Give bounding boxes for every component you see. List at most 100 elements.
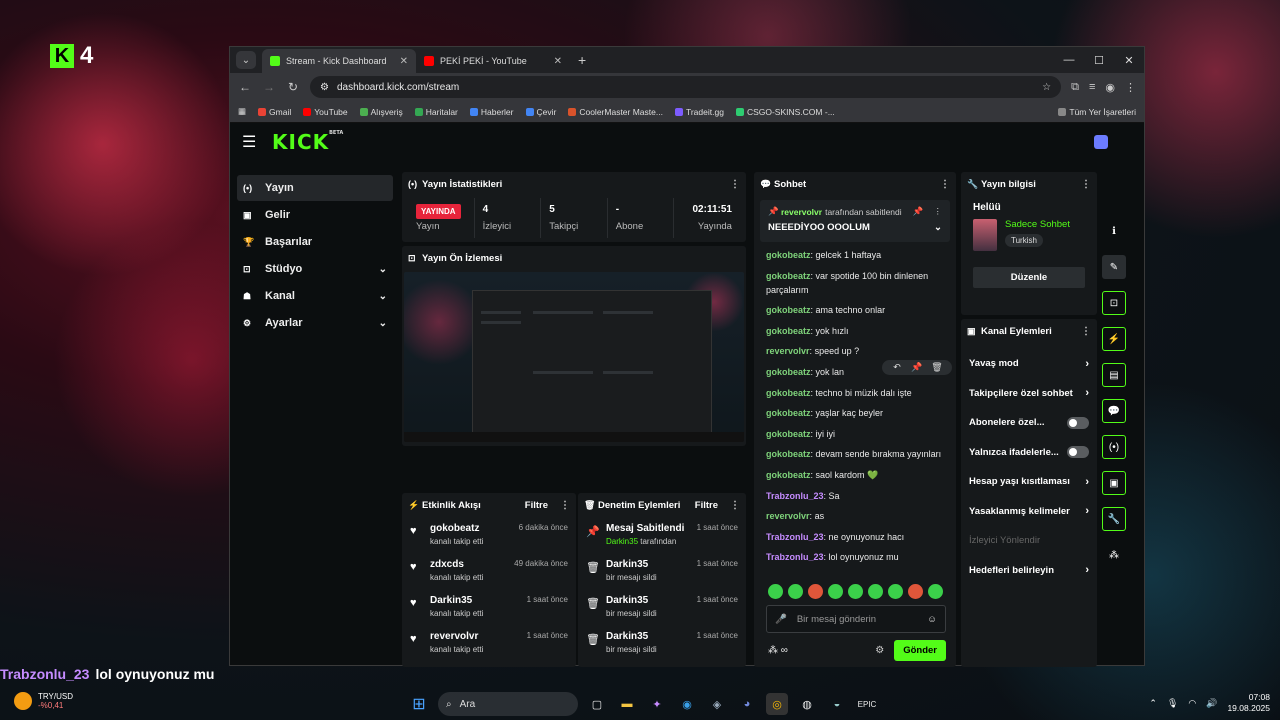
chat-message[interactable]: Trabzonlu_23: Sa [766,489,944,503]
chevron-up-icon[interactable]: ⌃ [1149,698,1157,709]
chat-message[interactable]: gokobeatz: var spotide 100 bin dinlenen … [766,269,944,297]
hamburger-menu-icon[interactable]: ☰ [242,132,264,152]
sidebar-item-2[interactable]: 🏆 Başarılar [237,229,393,255]
kick-logo[interactable]: KICKBETA [272,130,343,154]
emote-icon[interactable] [788,584,803,599]
more-options-icon[interactable]: ⋮ [730,179,740,190]
channel-action[interactable]: Yasaklanmış kelimeler › [961,497,1097,527]
tab-kick-dashboard[interactable]: Stream - Kick Dashboard ✕ [262,49,416,73]
activity-row[interactable]: ♥ zdxcds kanalı takip etti 49 dakika önce [402,553,576,589]
bookmark-youtube[interactable]: YouTube [303,107,348,117]
chat-message[interactable]: gokobeatz: iyi iyi [766,427,944,441]
chat-message[interactable]: gokobeatz: gelcek 1 haftaya [766,248,944,262]
new-tab-button[interactable]: + [578,52,586,68]
more-options-icon[interactable]: ⋮ [940,179,950,190]
chat-username[interactable]: revervolvr [766,346,810,356]
moderation-row[interactable]: 🗑 Darkin35 bir mesajı sildi 1 saat önce [578,553,746,589]
toggle-switch[interactable] [1067,446,1089,459]
microphone-icon[interactable]: 🎙 [1167,698,1178,709]
chat-points-icon[interactable]: ⁂ ∞ [768,645,788,656]
chat-username[interactable]: gokobeatz [766,305,811,315]
steam-like-icon[interactable]: ◈ [706,693,728,715]
wifi-icon[interactable]: ◠ [1188,698,1196,709]
sidebar-item-0[interactable]: (•) Yayın [237,175,393,201]
edge-icon[interactable]: ◉ [676,693,698,715]
category-name[interactable]: Sadece Sohbet [1005,219,1070,230]
filter-button[interactable]: Filtre [695,500,718,511]
chat-message[interactable]: gokobeatz: ama techno onlar [766,303,944,317]
bookmark-news[interactable]: Haberler [469,107,514,117]
extensions-icon[interactable]: ⧉ [1071,81,1079,94]
activity-row[interactable]: ♥ Darkin35 kanalı takip etti 1 saat önce [402,589,576,625]
notes-icon[interactable]: ▤ [1102,363,1126,387]
close-tab-icon[interactable]: ✕ [554,56,562,67]
toggle-switch[interactable] [1067,416,1089,429]
bookmark-translate[interactable]: Çevir [525,107,556,117]
more-options-icon[interactable]: ⋮ [1081,326,1091,337]
activity-row[interactable]: ♥ gokobeatz kanalı takip etti 6 dakika ön… [402,517,576,553]
emote-icon[interactable] [768,584,783,599]
more-options-icon[interactable]: ⋮ [560,500,570,511]
tab-youtube[interactable]: PEKİ PEKİ - YouTube ✕ [416,49,570,73]
taskbar-search[interactable]: ⌕ Ara [438,692,578,716]
chat-username[interactable]: gokobeatz [766,388,811,398]
preview-icon[interactable]: ⊡ [1102,291,1126,315]
file-explorer-icon[interactable]: ▬ [616,693,638,715]
pin-icon[interactable]: 📌 [908,362,926,373]
sidebar-item-3[interactable]: ⊡ Stüdyo ⌄ [237,256,393,282]
chat-message[interactable]: revervolvr: speed up ? [766,344,944,358]
reload-button[interactable]: ↻ [286,80,300,94]
broadcast-icon[interactable]: (•) [1102,435,1126,459]
chat-username[interactable]: Trabzonlu_23 [766,532,824,542]
more-options-icon[interactable]: ⋮ [730,500,740,511]
mod-icon[interactable]: ▣ [1102,471,1126,495]
more-options-icon[interactable]: ⋮ [934,206,943,217]
forward-button[interactable]: → [262,80,276,94]
edit-stream-button[interactable]: Düzenle [973,267,1085,288]
epic-games-icon[interactable]: EPIC [856,693,878,715]
moderation-row[interactable]: 🗑 Darkin35 bir mesajı sildi 1 saat önce [578,589,746,625]
address-bar[interactable]: ⚙ dashboard.kick.com/stream ☆ [310,76,1062,98]
chat-input[interactable]: 🎤 Bir mesaj gönderin ☺ [766,605,946,633]
emote-icon[interactable] [868,584,883,599]
bookmark-tradeit[interactable]: Tradeit.gg [674,107,724,117]
chat-message[interactable]: Trabzonlu_23: ne oynuyonuz hacı [766,530,944,544]
copilot-icon[interactable]: ✦ [646,693,668,715]
sidebar-item-5[interactable]: ⚙ Ayarlar ⌄ [237,310,393,336]
reply-icon[interactable]: ↶ [888,362,906,373]
emote-icon[interactable] [848,584,863,599]
chat-message[interactable]: gokobeatz: yok hızlı [766,324,944,338]
discord-icon[interactable]: ◕ [736,693,758,715]
bolt-icon[interactable]: ⚡ [1102,327,1126,351]
currency-widget[interactable]: TRY/USD -%0,41 [14,692,73,710]
chevron-down-icon[interactable]: ⌄ [379,318,387,329]
tab-search-button[interactable]: ⌄ [236,51,256,69]
apps-icon[interactable]: ▦ [238,106,246,117]
chat-username[interactable]: gokobeatz [766,367,811,377]
user-avatar[interactable] [1094,135,1108,149]
channel-action[interactable]: Takipçilere özel sohbet › [961,379,1097,409]
edit-icon[interactable]: ✎ [1102,255,1126,279]
emote-icon[interactable] [888,584,903,599]
channel-action[interactable]: Hedefleri belirleyin › [961,556,1097,586]
chat-username[interactable]: Trabzonlu_23 [766,491,824,501]
info-icon[interactable]: ℹ [1102,219,1126,243]
activity-row[interactable]: ♥ revervolvr kanalı takip etti 1 saat önc… [402,625,576,661]
chat-username[interactable]: gokobeatz [766,429,811,439]
chat-username[interactable]: gokobeatz [766,250,811,260]
volume-icon[interactable]: 🔊 [1206,698,1217,709]
chrome-icon[interactable]: ◎ [766,693,788,715]
emote-icon[interactable] [908,584,923,599]
menu-icon[interactable]: ⋮ [1125,81,1136,94]
chevron-down-icon[interactable]: ⌄ [934,222,942,233]
filter-button[interactable]: Filtre [525,500,548,511]
chat-message[interactable]: revervolvr: as [766,509,944,523]
bookmark-gmail[interactable]: Gmail [258,107,291,117]
chat-username[interactable]: Trabzonlu_23 [766,552,824,562]
chat-message[interactable]: gokobeatz: devam sende bırakma yayınları [766,447,944,461]
channel-action[interactable]: Abonelere özel... [961,408,1097,438]
channel-action[interactable]: Yalnızca ifadelerle... [961,438,1097,468]
chat-username[interactable]: gokobeatz [766,470,811,480]
chat-username[interactable]: gokobeatz [766,326,811,336]
share-icon[interactable]: ⁂ [1102,543,1126,567]
